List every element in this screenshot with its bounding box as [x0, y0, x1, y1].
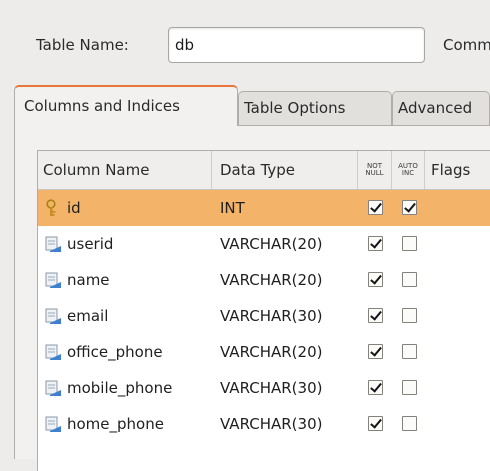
data-type-cell[interactable]: VARCHAR(30) [220, 406, 358, 442]
data-type-cell[interactable]: VARCHAR(30) [220, 298, 358, 334]
column-name-cell[interactable]: home_phone [67, 406, 213, 442]
table-row[interactable]: home_phone VARCHAR(30) [38, 406, 490, 442]
header-auto-inc[interactable]: AUTO INC [392, 151, 425, 189]
auto-inc-checkbox[interactable] [402, 380, 417, 395]
data-type-cell[interactable]: VARCHAR(30) [220, 370, 358, 406]
column-name-cell[interactable]: name [67, 262, 213, 298]
column-icon [44, 235, 63, 253]
table-name-row: Table Name: Comment [0, 0, 490, 90]
table-row[interactable]: email VARCHAR(30) [38, 298, 490, 334]
comment-label: Comment [443, 36, 490, 54]
column-icon [44, 271, 63, 289]
column-icon [44, 307, 63, 325]
table-row[interactable]: mobile_phone VARCHAR(30) [38, 370, 490, 406]
tab-columns-and-indices[interactable]: Columns and Indices [14, 85, 238, 126]
auto-inc-checkbox[interactable] [402, 272, 417, 287]
data-type-cell[interactable]: INT [220, 190, 358, 226]
header-not-null[interactable]: NOT NULL [358, 151, 392, 189]
columns-panel: Column Name Data Type NOT NULL AUTO INC … [14, 125, 490, 471]
not-null-checkbox[interactable] [368, 236, 383, 251]
column-name-cell[interactable]: mobile_phone [67, 370, 213, 406]
header-not-null-line2: NULL [365, 169, 384, 177]
column-icon [44, 415, 63, 433]
auto-inc-checkbox[interactable] [402, 344, 417, 359]
column-icon [44, 379, 63, 397]
auto-inc-checkbox[interactable] [402, 416, 417, 431]
table-row[interactable]: userid VARCHAR(20) [38, 226, 490, 262]
table-name-label: Table Name: [36, 36, 129, 54]
table-row[interactable]: name VARCHAR(20) [38, 262, 490, 298]
header-column-name[interactable]: Column Name [38, 151, 212, 189]
key-icon [44, 199, 63, 217]
tab-table-options[interactable]: Table Options [238, 91, 392, 125]
header-flags[interactable]: Flags [425, 151, 490, 189]
auto-inc-checkbox[interactable] [402, 308, 417, 323]
table-row[interactable]: office_phone VARCHAR(20) [38, 334, 490, 370]
not-null-checkbox[interactable] [368, 272, 383, 287]
column-icon [44, 343, 63, 361]
tab-advanced[interactable]: Advanced [392, 91, 490, 125]
auto-inc-checkbox[interactable] [402, 200, 417, 215]
header-auto-inc-line2: INC [401, 169, 415, 177]
table-row[interactable]: id INT [38, 190, 490, 226]
grid-rows: id INT userid VARCHAR(20) name VARCHAR(2… [38, 190, 490, 442]
data-type-cell[interactable]: VARCHAR(20) [220, 334, 358, 370]
auto-inc-checkbox[interactable] [402, 236, 417, 251]
data-type-cell[interactable]: VARCHAR(20) [220, 226, 358, 262]
header-data-type[interactable]: Data Type [212, 151, 358, 189]
column-name-cell[interactable]: email [67, 298, 213, 334]
column-name-cell[interactable]: id [67, 190, 213, 226]
column-name-cell[interactable]: userid [67, 226, 213, 262]
columns-grid: Column Name Data Type NOT NULL AUTO INC … [37, 150, 490, 471]
column-name-cell[interactable]: office_phone [67, 334, 213, 370]
grid-header: Column Name Data Type NOT NULL AUTO INC … [38, 151, 490, 190]
table-name-input[interactable] [168, 27, 425, 63]
not-null-checkbox[interactable] [368, 200, 383, 215]
not-null-checkbox[interactable] [368, 380, 383, 395]
tab-bar: Columns and Indices Table Options Advanc… [14, 85, 490, 126]
not-null-checkbox[interactable] [368, 344, 383, 359]
not-null-checkbox[interactable] [368, 416, 383, 431]
not-null-checkbox[interactable] [368, 308, 383, 323]
data-type-cell[interactable]: VARCHAR(20) [220, 262, 358, 298]
